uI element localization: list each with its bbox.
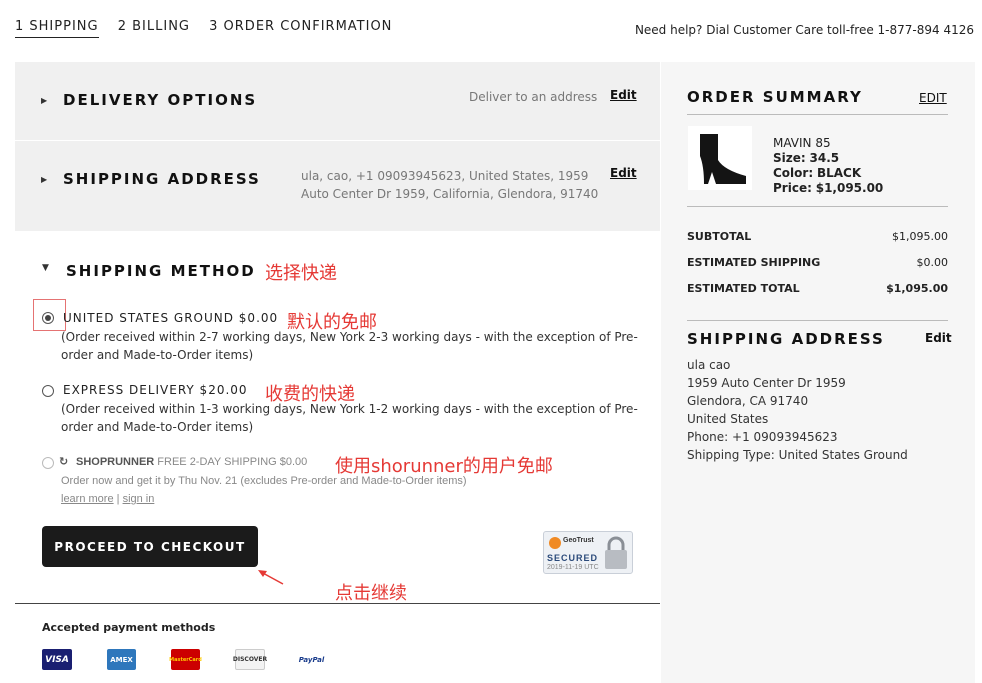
shipping-method-title: SHIPPING METHOD — [66, 262, 256, 280]
shipping-address-edit-link[interactable]: Edit — [610, 166, 637, 180]
product-size-label: Size: — [773, 151, 806, 165]
shipping-address-text: ula, cao, +1 09093945623, United States,… — [301, 167, 601, 203]
annotation-arrow-icon — [258, 570, 284, 585]
option-express-desc: (Order received within 1-3 working days,… — [61, 402, 638, 434]
customer-care-help: Need help? Dial Customer Care toll-free … — [634, 23, 974, 37]
checkout-steps: 1 SHIPPING 2 BILLING 3 ORDER CONFIRMATIO… — [15, 19, 406, 38]
payment-divider — [15, 603, 660, 604]
estimated-shipping-value: $0.00 — [916, 256, 949, 269]
caret-right-icon: ▶ — [41, 175, 48, 184]
ship-line-country: United States — [687, 412, 769, 426]
shoprunner-sign-in-link[interactable]: sign in — [123, 493, 155, 505]
visa-card-icon: VISA — [42, 649, 72, 670]
shoprunner-free-label: FREE 2-DAY SHIPPING $0.00 — [157, 456, 308, 468]
annotation-click-continue: 点击继续 — [335, 583, 407, 604]
geotrust-secured-badge[interactable]: GeoTrust SECURED 2019-11-19 UTC — [543, 531, 633, 574]
shipping-address-title: SHIPPING ADDRESS — [63, 170, 261, 188]
summary-divider — [687, 114, 948, 115]
shoprunner-brand: SHOPRUNNER — [76, 456, 155, 468]
product-price-label: Price: — [773, 181, 812, 195]
shoprunner-desc-text: Order now and get it by Thu Nov. 21 (exc… — [61, 475, 467, 487]
sidebar-shipping-address: ula cao 1959 Auto Center Dr 1959 Glendor… — [687, 356, 908, 464]
annotation-select-express: 选择快递 — [265, 263, 337, 284]
radio-shoprunner[interactable] — [42, 457, 54, 469]
geotrust-secured-text: SECURED — [547, 553, 599, 563]
step-billing[interactable]: 2 BILLING — [118, 19, 190, 34]
product-price: $1,095.00 — [815, 181, 884, 195]
shoprunner-logo-icon: ↻ — [59, 455, 69, 468]
delivery-options-value: Deliver to an address — [469, 90, 598, 104]
discover-card-icon: DISCOVER — [233, 649, 267, 670]
option-ground-label[interactable]: UNITED STATES GROUND $0.00 — [63, 311, 278, 325]
delivery-options-panel[interactable]: ▶ DELIVERY OPTIONS Deliver to an address… — [15, 62, 660, 140]
caret-down-icon: ▼ — [42, 263, 49, 273]
caret-right-icon: ▶ — [41, 96, 48, 105]
estimated-total-value: $1,095.00 — [886, 282, 948, 295]
padlock-icon — [605, 536, 627, 569]
geotrust-brand: GeoTrust — [563, 537, 594, 544]
estimated-total-row: ESTIMATED TOTAL $1,095.00 — [687, 282, 948, 295]
ship-line-type: Shipping Type: United States Ground — [687, 448, 908, 462]
order-summary-title: ORDER SUMMARY — [687, 88, 863, 106]
product-color: BLACK — [816, 166, 862, 180]
geotrust-date: 2019-11-19 UTC — [547, 564, 599, 571]
sidebar-shipping-address-title: SHIPPING ADDRESS — [687, 330, 885, 348]
order-summary-edit-link[interactable]: EDIT — [919, 91, 947, 105]
radio-united-states-ground[interactable] — [42, 312, 54, 324]
summary-divider — [687, 206, 948, 207]
amex-card-icon: AMEX — [107, 649, 136, 670]
estimated-shipping-row: ESTIMATED SHIPPING $0.00 — [687, 256, 948, 269]
proceed-to-checkout-button[interactable]: PROCEED TO CHECKOUT — [42, 526, 258, 567]
subtotal-row: SUBTOTAL $1,095.00 — [687, 230, 948, 243]
ship-line-city: Glendora, CA 91740 — [687, 394, 809, 408]
estimated-shipping-label: ESTIMATED SHIPPING — [687, 256, 821, 269]
estimated-total-label: ESTIMATED TOTAL — [687, 282, 800, 295]
step-order-confirmation[interactable]: 3 ORDER CONFIRMATION — [209, 19, 392, 34]
address-line-1: ula, cao, +1 09093945623, United States,… — [301, 169, 589, 183]
geotrust-logo-icon — [549, 537, 561, 549]
subtotal-label: SUBTOTAL — [687, 230, 752, 243]
delivery-options-edit-link[interactable]: Edit — [610, 88, 637, 102]
ship-line-name: ula cao — [687, 358, 731, 372]
product-name: MAVIN 85 — [773, 136, 831, 150]
address-line-2: Auto Center Dr 1959, California, Glendor… — [301, 187, 599, 201]
option-shoprunner-label[interactable]: SHOPRUNNER FREE 2-DAY SHIPPING $0.00 — [76, 456, 307, 468]
ship-line-street: 1959 Auto Center Dr 1959 — [687, 376, 846, 390]
sidebar-shipping-address-edit-link[interactable]: Edit — [925, 331, 952, 345]
paypal-card-icon: PayPal — [299, 649, 324, 670]
payment-methods-title: Accepted payment methods — [42, 621, 216, 634]
mastercard-card-icon: MasterCard — [169, 649, 202, 670]
subtotal-value: $1,095.00 — [892, 230, 948, 243]
option-express-label[interactable]: EXPRESS DELIVERY $20.00 — [63, 383, 248, 397]
step-shipping[interactable]: 1 SHIPPING — [15, 19, 99, 38]
shipping-address-panel[interactable]: ▶ SHIPPING ADDRESS ula, cao, +1 09093945… — [15, 141, 660, 231]
product-size: 34.5 — [809, 151, 840, 165]
delivery-options-title: DELIVERY OPTIONS — [63, 91, 258, 109]
option-ground-desc: (Order received within 2-7 working days,… — [61, 330, 638, 362]
radio-express-delivery[interactable] — [42, 385, 54, 397]
summary-divider — [687, 320, 948, 321]
shoprunner-link-separator: | — [116, 493, 120, 505]
product-info: MAVIN 85 Size: 34.5 Color: BLACK Price: … — [773, 136, 883, 196]
option-shoprunner-desc: Order now and get it by Thu Nov. 21 (exc… — [61, 472, 467, 508]
product-color-label: Color: — [773, 166, 814, 180]
ship-line-phone: Phone: +1 09093945623 — [687, 430, 838, 444]
product-image[interactable] — [688, 126, 752, 190]
shoprunner-learn-more-link[interactable]: learn more — [61, 493, 114, 505]
